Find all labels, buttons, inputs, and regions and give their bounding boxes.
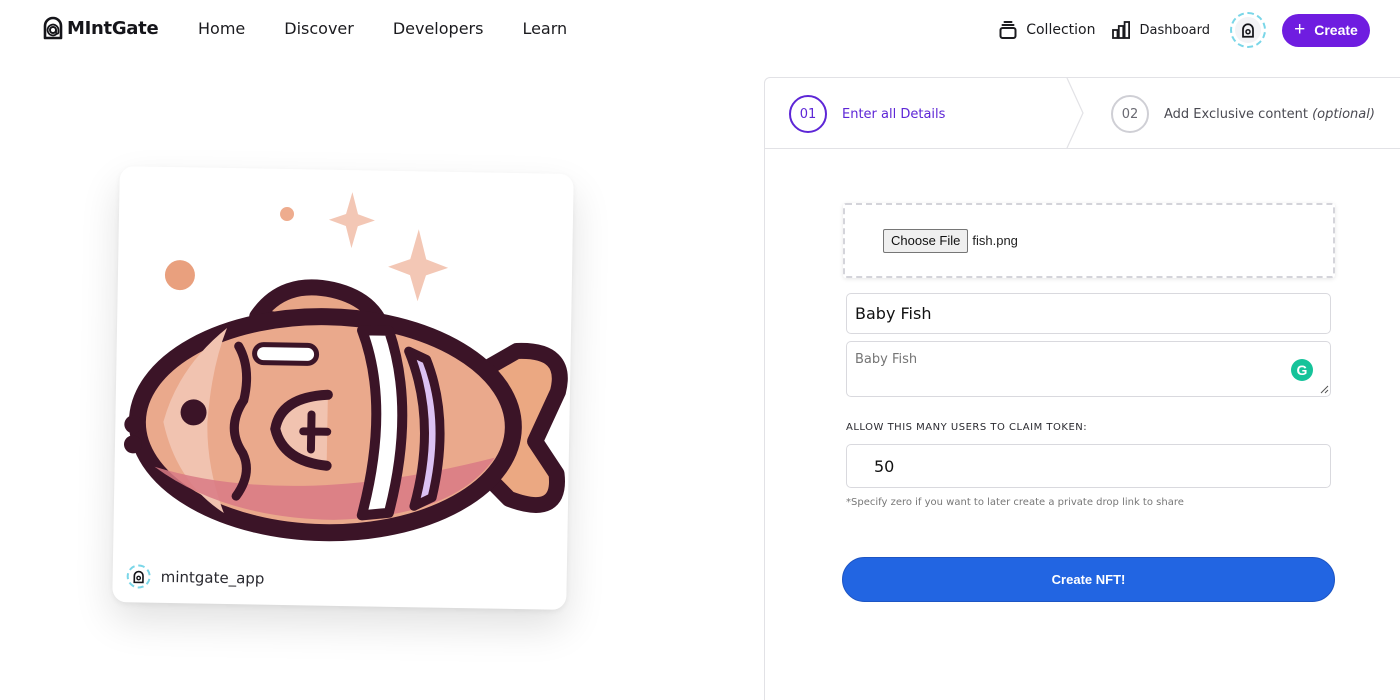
claim-count-label: ALLOW THIS MANY USERS TO CLAIM TOKEN: bbox=[846, 422, 1088, 433]
grammarly-icon[interactable]: G bbox=[1291, 359, 1313, 381]
step-exclusive-content[interactable]: 02 Add Exclusive content (optional) bbox=[1111, 95, 1375, 133]
create-button[interactable]: + Create bbox=[1282, 13, 1370, 47]
step-enter-details[interactable]: 01 Enter all Details bbox=[789, 95, 945, 133]
collection-link[interactable]: Collection bbox=[998, 20, 1095, 40]
nav-home[interactable]: Home bbox=[198, 19, 245, 38]
plus-icon: + bbox=[1294, 18, 1306, 40]
create-nft-button[interactable]: Create NFT! bbox=[842, 557, 1335, 602]
claim-hint: *Specify zero if you want to later creat… bbox=[846, 497, 1184, 508]
claim-count-input[interactable] bbox=[846, 444, 1331, 488]
nav-learn[interactable]: Learn bbox=[522, 19, 567, 38]
top-nav: MIntGate Home Discover Developers Learn … bbox=[0, 0, 1400, 60]
mintgate-logo-icon bbox=[43, 16, 63, 40]
dashboard-link[interactable]: Dashboard bbox=[1111, 20, 1210, 40]
step-optional-text: (optional) bbox=[1312, 106, 1375, 122]
nft-preview-card: mintgate_app bbox=[112, 166, 574, 610]
main-nav: Home Discover Developers Learn bbox=[198, 19, 567, 38]
step-indicator: 01 Enter all Details 02 Add Exclusive co… bbox=[765, 78, 1400, 149]
owner-avatar[interactable] bbox=[126, 564, 151, 589]
collection-label: Collection bbox=[1026, 22, 1096, 38]
step-label: Enter all Details bbox=[842, 106, 946, 122]
brand-name: MIntGate bbox=[67, 17, 159, 39]
step-chevron-icon bbox=[1066, 78, 1084, 148]
nav-developers[interactable]: Developers bbox=[393, 19, 484, 38]
nav-discover[interactable]: Discover bbox=[284, 19, 354, 38]
fish-illustration-icon bbox=[123, 192, 568, 542]
create-label: Create bbox=[1314, 22, 1358, 38]
step-number: 02 bbox=[1111, 95, 1149, 133]
nft-description-input[interactable] bbox=[846, 341, 1331, 397]
file-name: fish.png bbox=[972, 233, 1018, 248]
nav-actions: Collection Dashboard + Create bbox=[998, 12, 1370, 48]
step-number: 01 bbox=[789, 95, 827, 133]
avatar-logo-icon bbox=[1242, 22, 1254, 38]
file-upload-dropzone[interactable]: Choose File fish.png bbox=[843, 203, 1335, 278]
dashboard-label: Dashboard bbox=[1139, 22, 1210, 38]
nft-name-input[interactable] bbox=[846, 293, 1331, 334]
owner-logo-icon bbox=[133, 570, 144, 583]
card-owner: mintgate_app bbox=[126, 564, 265, 590]
bar-chart-icon bbox=[1112, 21, 1131, 39]
collection-icon bbox=[999, 21, 1017, 39]
user-avatar[interactable] bbox=[1230, 12, 1266, 48]
logo[interactable]: MIntGate bbox=[42, 16, 159, 40]
step-label-text: Add Exclusive content bbox=[1164, 106, 1308, 122]
step-label: Add Exclusive content (optional) bbox=[1164, 107, 1375, 122]
owner-username[interactable]: mintgate_app bbox=[161, 568, 265, 588]
choose-file-button[interactable]: Choose File bbox=[883, 228, 969, 253]
resize-handle-icon[interactable] bbox=[1320, 385, 1329, 394]
